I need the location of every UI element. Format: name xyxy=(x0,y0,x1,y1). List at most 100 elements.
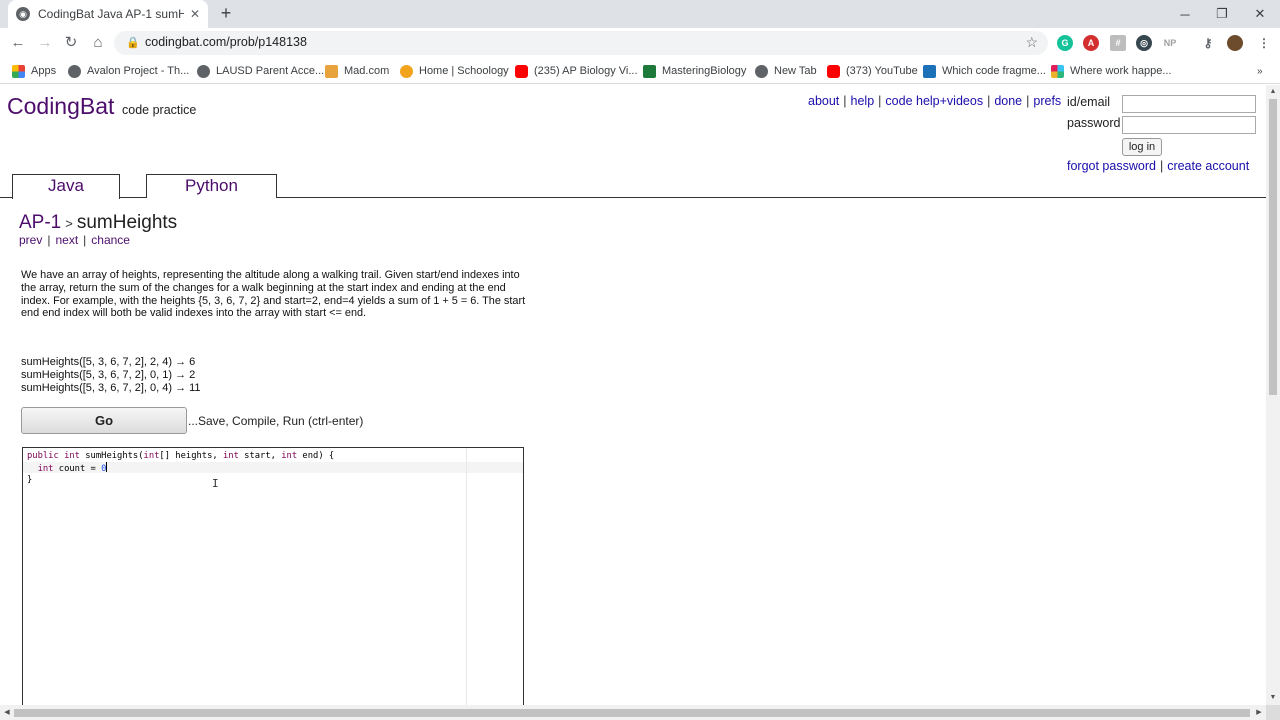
text-cursor xyxy=(106,462,108,472)
lock-icon: 🔒 xyxy=(126,37,140,49)
vertical-scrollbar[interactable]: ▲ ▼ xyxy=(1266,85,1280,705)
prev-link[interactable]: prev xyxy=(19,233,42,247)
browser-tab-strip: ◉ CodingBat Java AP-1 sumHeights ✕ + ─ ❐… xyxy=(0,0,1280,28)
browser-tab[interactable]: ◉ CodingBat Java AP-1 sumHeights ✕ xyxy=(8,0,208,28)
top-links: about | help | code help+videos | done | prefs xyxy=(808,94,1062,108)
section-link[interactable]: AP-1 xyxy=(19,212,61,233)
avatar[interactable] xyxy=(1227,35,1243,51)
back-icon[interactable]: ← xyxy=(8,34,28,52)
help-link[interactable]: help xyxy=(851,94,875,108)
bookmark-avalon[interactable]: Avalon Project - Th... xyxy=(68,63,189,79)
id-email-label: id/email xyxy=(1067,95,1111,109)
apps-grid-icon xyxy=(12,64,25,78)
bookmark-youtube[interactable]: (373) YouTube xyxy=(827,63,918,79)
code-editor[interactable]: public int sumHeights(int[] heights, int… xyxy=(22,447,524,705)
bookmark-lausd[interactable]: LAUSD Parent Acce... xyxy=(197,63,324,79)
bookmark-code-fragment[interactable]: Which code fragme... xyxy=(923,63,1046,79)
key-icon[interactable]: ⚷ xyxy=(1200,35,1216,51)
bookmark-apps[interactable]: Apps xyxy=(12,63,56,79)
scrollbar-corner xyxy=(1266,705,1280,720)
youtube-icon xyxy=(827,64,840,78)
bookmark-new-tab[interactable]: New Tab xyxy=(755,63,817,79)
target-extension-icon[interactable]: ◎ xyxy=(1136,35,1152,51)
password-input[interactable] xyxy=(1122,116,1256,134)
bookmarks-overflow-icon[interactable]: » xyxy=(1257,63,1263,79)
pearson-icon xyxy=(643,64,656,78)
np-extension-icon[interactable]: NP xyxy=(1162,35,1178,51)
scroll-left-icon[interactable]: ◀ xyxy=(0,705,14,720)
ibeam-cursor-icon: I xyxy=(212,477,219,490)
create-account-link[interactable]: create account xyxy=(1167,159,1249,173)
scroll-down-icon[interactable]: ▼ xyxy=(1266,691,1280,705)
prefs-link[interactable]: prefs xyxy=(1033,94,1061,108)
horizontal-scrollbar[interactable]: ◀ ▶ xyxy=(0,705,1266,720)
horizontal-scroll-thumb[interactable] xyxy=(14,709,1250,717)
menu-icon[interactable]: ⋮ xyxy=(1256,35,1272,51)
site-logo[interactable]: CodingBat xyxy=(7,93,114,120)
reload-icon[interactable]: ↻ xyxy=(61,34,81,52)
adblock-icon[interactable]: A xyxy=(1083,35,1099,51)
extension-icon[interactable]: # xyxy=(1110,35,1126,51)
tab-python[interactable]: Python xyxy=(146,174,277,198)
close-window-icon[interactable]: ✕ xyxy=(1241,0,1279,28)
youtube-icon xyxy=(515,64,528,78)
about-link[interactable]: about xyxy=(808,94,839,108)
example-line: sumHeights([5, 3, 6, 7, 2], 0, 4) → 11 xyxy=(21,382,201,395)
minimize-icon[interactable]: ─ xyxy=(1166,0,1204,28)
go-button[interactable]: Go xyxy=(21,407,187,434)
example-line: sumHeights([5, 3, 6, 7, 2], 2, 4) → 6 xyxy=(21,356,196,368)
globe-icon xyxy=(755,64,768,78)
bookmark-ap-biology[interactable]: (235) AP Biology Vi... xyxy=(515,63,638,79)
id-email-input[interactable] xyxy=(1122,95,1256,113)
bookmark-star-icon[interactable]: ☆ xyxy=(1025,34,1038,51)
print-margin xyxy=(466,448,467,705)
globe-icon xyxy=(68,64,81,78)
url-text: codingbat.com/prob/p148138 xyxy=(145,35,307,49)
codingbat-favicon-icon: ◉ xyxy=(16,7,30,21)
go-note: ...Save, Compile, Run (ctrl-enter) xyxy=(188,414,364,428)
browser-toolbar: ← → ↻ ⌂ 🔒 codingbat.com/prob/p148138 ☆ G… xyxy=(0,28,1280,58)
bookmark-masteringbiology[interactable]: MasteringBiology xyxy=(643,63,746,79)
tab-java[interactable]: Java xyxy=(12,174,120,199)
mad-icon xyxy=(325,64,338,78)
forgot-password-link[interactable]: forgot password xyxy=(1067,159,1156,173)
examples: sumHeights([5, 3, 6, 7, 2], 2, 4) → 6 su… xyxy=(21,356,201,396)
forward-icon[interactable]: → xyxy=(35,34,55,52)
address-bar[interactable]: 🔒 codingbat.com/prob/p148138 ☆ xyxy=(114,31,1048,55)
code-help-videos-link[interactable]: code help+videos xyxy=(885,94,983,108)
scroll-up-icon[interactable]: ▲ xyxy=(1266,85,1280,99)
bookmark-schoology[interactable]: Home | Schoology xyxy=(400,63,509,79)
problem-nav: prev | next | chance xyxy=(19,233,130,247)
site-tagline: code practice xyxy=(122,103,197,117)
grammarly-icon[interactable]: G xyxy=(1057,35,1073,51)
close-tab-icon[interactable]: ✕ xyxy=(190,7,200,21)
password-label: password xyxy=(1067,116,1121,130)
new-tab-icon[interactable]: + xyxy=(216,4,236,24)
example-line: sumHeights([5, 3, 6, 7, 2], 0, 1) → 2 xyxy=(21,369,196,382)
breadcrumb: AP-1 > sumHeights xyxy=(19,212,178,233)
log-in-button[interactable]: log in xyxy=(1122,138,1162,156)
bookmark-mad[interactable]: Mad.com xyxy=(325,63,389,79)
globe-icon xyxy=(197,64,210,78)
maximize-icon[interactable]: ❐ xyxy=(1203,0,1241,28)
code-line-1: public int sumHeights(int[] heights, int… xyxy=(27,451,335,461)
done-link[interactable]: done xyxy=(994,94,1022,108)
problem-description: We have an array of heights, representin… xyxy=(21,269,526,320)
schoology-icon xyxy=(400,64,413,78)
code-text[interactable]: public int sumHeights(int[] heights, int… xyxy=(27,450,334,486)
next-link[interactable]: next xyxy=(55,233,78,247)
vertical-scroll-thumb[interactable] xyxy=(1269,99,1277,395)
quizlet-icon xyxy=(923,64,936,78)
problem-title: sumHeights xyxy=(76,212,178,233)
account-links: forgot password | create account xyxy=(1067,159,1250,173)
codingbat-page: CodingBat code practice about | help | code … xyxy=(0,85,1266,705)
browser-tab-title: CodingBat Java AP-1 sumHeights xyxy=(38,7,184,21)
chance-link[interactable]: chance xyxy=(91,233,130,247)
scroll-right-icon[interactable]: ▶ xyxy=(1252,705,1266,720)
bookmarks-bar: Apps Avalon Project - Th... LAUSD Parent… xyxy=(0,58,1280,84)
slack-icon xyxy=(1051,64,1064,78)
bookmark-slack[interactable]: Where work happe... xyxy=(1051,63,1172,79)
code-line-2: int count = 0 xyxy=(37,462,108,474)
home-icon[interactable]: ⌂ xyxy=(88,34,108,52)
code-line-3: } xyxy=(27,475,33,485)
